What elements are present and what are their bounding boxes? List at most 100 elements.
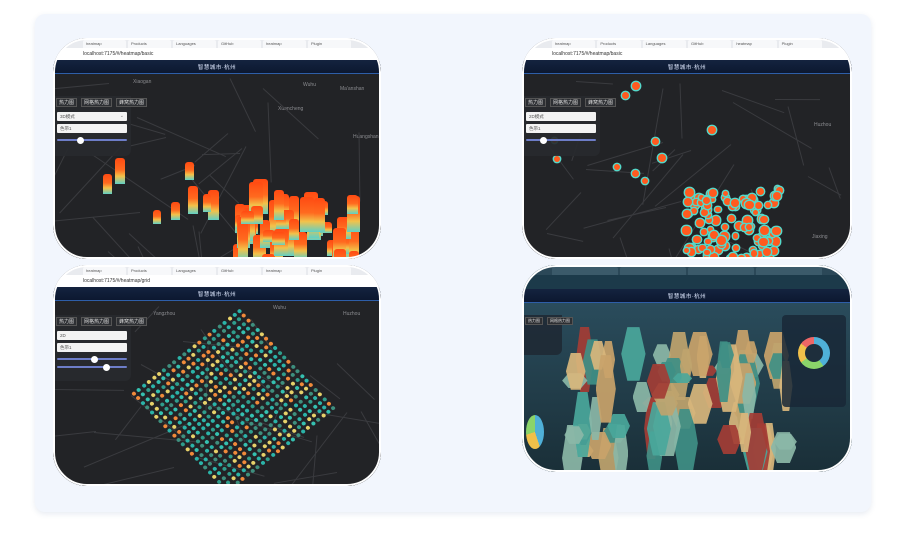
grid-cell [173,398,180,404]
heat-point [684,188,694,197]
address-bar[interactable]: localhost:7175/#/heatmap/grid [53,275,381,287]
grid-cell [273,409,280,416]
grid-cell [262,417,269,424]
grid-cell [254,408,260,414]
browser-tab[interactable] [552,267,618,275]
tab-grid-heatmap[interactable]: 网格热力图 [550,98,582,107]
grid-cell [190,434,197,440]
browser-tab[interactable]: heatmap [733,40,777,48]
mode-select-value: 3D模式 [60,114,75,119]
browser-tab[interactable]: heatmap [83,267,126,275]
grid-cell [223,367,230,373]
grid-cell [155,388,161,394]
browser-tab[interactable] [756,267,822,275]
tab-heatmap[interactable]: 热力图 [56,317,78,326]
grid-cell [305,425,312,431]
browser-tab[interactable]: Plugin [778,40,822,48]
browser-tab[interactable]: heatmap [552,40,596,48]
browser-tab[interactable]: Languages [173,40,216,48]
slider-handle[interactable] [540,136,547,144]
address-bar[interactable]: localhost:7175/#/heatmap/basic [522,48,852,60]
hex-column [621,327,646,381]
grid-cell [267,422,274,428]
grid-cell [288,398,295,404]
grid-cell [243,424,250,431]
grid-heatmap-layer [130,307,339,486]
tab-grid-heatmap[interactable]: 网格热力图 [547,317,573,325]
browser-tab[interactable]: Languages [173,267,216,275]
tab-heatmap[interactable]: 热力图 [525,98,547,107]
radius-slider[interactable] [57,136,127,144]
browser-tab[interactable]: heatmap [263,40,306,48]
radius-slider[interactable] [526,136,596,144]
grid-cell [224,423,231,429]
grid-cell [265,374,272,381]
grid-cell [236,454,243,460]
color-select[interactable]: 色带1 [57,343,127,352]
browser-tab[interactable]: GitHub [687,40,732,48]
browser-tab[interactable]: GitHub [218,267,261,275]
browser-tab[interactable]: heatmap [83,40,126,48]
heat-point [709,196,716,203]
browser-tab[interactable]: Products [128,40,171,48]
control-panel: 热力图 网格热力图 蜂窝热力图 3D模式 ⌄ 色带1 [53,96,148,156]
mode-select[interactable]: 2D [57,331,127,340]
browser-tab[interactable]: Products [128,267,171,275]
browser-tab[interactable]: Plugin [308,40,351,48]
grid-cell [256,374,263,380]
grid-cell [153,405,160,411]
browser-tab[interactable] [620,267,686,275]
grid-cell [282,410,289,416]
grid-cell [235,407,241,413]
grid-cell [191,343,198,350]
grid-cell [316,408,323,415]
mode-select[interactable]: 2D模式 [526,112,596,121]
grid-cell [225,471,232,477]
grid-cell [229,419,236,426]
grid-cell [196,404,203,410]
browser-tab[interactable]: Products [597,40,641,48]
tab-heatmap[interactable]: 热力图 [56,98,78,107]
grid-cell [231,458,238,464]
page-title: 智慧城市·杭州 [667,293,707,300]
city-label: Xiaogan [133,79,152,85]
grid-cell [200,426,207,432]
browser-tab[interactable]: Languages [642,40,686,48]
browser-tab[interactable]: heatmap [263,267,306,275]
tab-hex-heatmap[interactable]: 蜂窝热力图 [585,98,617,107]
browser-tab[interactable]: Plugin [308,267,351,275]
grid-cell [225,341,231,348]
grid-cell [297,398,304,405]
tab-heatmap[interactable]: 热力图 [525,317,543,325]
screenshot-3d-heatmap: heatmap Products Languages GitHub heatma… [53,38,381,259]
grid-cell [276,358,283,364]
heat-point [652,138,659,145]
grid-cell [202,391,209,398]
address-bar[interactable]: localhost:7175/#/heatmap/basic ☆⋯ [53,48,381,67]
slider-handle[interactable] [91,355,98,363]
slider-handle[interactable] [103,363,110,371]
slider-handle[interactable] [77,136,84,144]
grid-cell [201,400,208,406]
grid-cell [228,363,235,369]
heat-point [708,189,717,198]
size-slider[interactable] [57,355,127,363]
browser-tab[interactable]: GitHub [218,40,261,48]
tab-hex-heatmap[interactable]: 蜂窝热力图 [116,317,148,326]
mode-select[interactable]: 3D模式 ⌄ [57,112,127,121]
grid-cell [243,416,250,422]
color-select[interactable]: 色带1 [57,124,127,133]
grid-cell [241,386,248,392]
grid-cell [261,443,268,449]
tab-grid-heatmap[interactable]: 网格热力图 [81,98,113,107]
tab-grid-heatmap[interactable]: 网格热力图 [81,317,113,326]
grid-cell [236,308,243,314]
city-label: Huangshan [353,134,379,140]
color-select[interactable]: 色带1 [526,124,596,133]
browser-tab[interactable] [688,267,754,275]
grid-cell [222,376,229,382]
opacity-slider[interactable] [57,363,127,371]
grid-cell [194,447,201,453]
grid-cell [237,437,244,443]
tab-hex-heatmap[interactable]: 蜂窝热力图 [116,98,148,107]
